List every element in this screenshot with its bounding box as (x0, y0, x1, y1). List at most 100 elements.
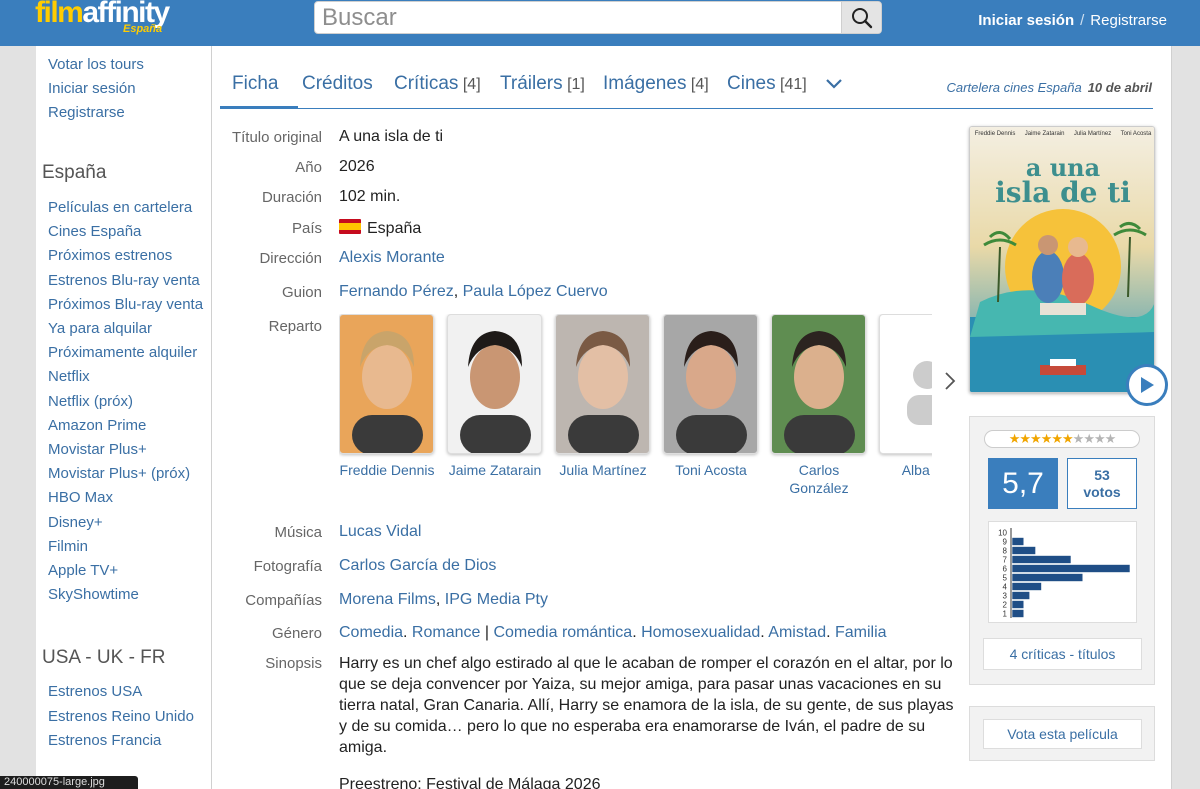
tab-ficha[interactable]: Ficha (232, 73, 278, 95)
sidebar-link[interactable]: Ya para alquilar (48, 320, 152, 337)
actor-photo[interactable] (771, 314, 866, 454)
actor-name[interactable]: Julia Martínez (555, 461, 651, 479)
sidebar-link[interactable]: Movistar Plus+ (próx) (48, 465, 190, 482)
script-link[interactable]: Paula López Cuervo (463, 283, 608, 300)
label-companies: Compañías (245, 592, 322, 609)
sidebar-link[interactable]: HBO Max (48, 489, 113, 506)
sidebar-link[interactable]: Movistar Plus+ (48, 441, 147, 458)
actor-name[interactable]: Freddie Dennis (339, 461, 435, 479)
actor-name[interactable]: Jaime Zatarain (447, 461, 543, 479)
sidebar-link[interactable]: Próximos Blu-ray venta (48, 296, 203, 313)
filmaffinity-logo[interactable]: filmaffinity España (35, 0, 185, 40)
sidebar-link[interactable]: Próximamente alquiler (48, 344, 197, 361)
actor-name[interactable]: Carlos González (771, 461, 867, 497)
votes-label: votos (1083, 484, 1121, 500)
photography-link[interactable]: Carlos García de Dios (339, 557, 496, 574)
votes-count: 53 votos (1067, 458, 1137, 509)
label-script: Guion (281, 284, 322, 301)
sidebar-link[interactable]: Cines España (48, 223, 141, 240)
sidebar-link[interactable]: Amazon Prime (48, 417, 146, 434)
director: Alexis Morante (339, 249, 445, 267)
sidebar-link[interactable]: Estrenos Reino Unido (48, 708, 194, 725)
company-link[interactable]: Morena Films (339, 591, 436, 608)
label-photography: Fotografía (253, 558, 322, 575)
topic-link[interactable]: Comedia romántica (493, 624, 632, 641)
histogram-bar (1011, 573, 1084, 582)
tab-label: Imágenes (603, 73, 687, 94)
sidebar-link[interactable]: Votar los tours (48, 56, 144, 73)
tab-tráilers[interactable]: Tráilers [1] (500, 73, 585, 95)
critics-button[interactable]: 4 críticas - títulos (983, 638, 1142, 670)
music-link[interactable]: Lucas Vidal (339, 523, 421, 540)
tab-imágenes[interactable]: Imágenes [4] (603, 73, 709, 95)
sidebar-link[interactable]: SkyShowtime (48, 586, 139, 603)
sidebar-section-title: España (42, 162, 107, 183)
sidebar-link[interactable]: Filmin (48, 538, 88, 555)
cast-member[interactable]: Julia Martínez (555, 314, 651, 479)
user-nav: Iniciar sesión / Registrarse (978, 12, 1167, 29)
cast-member[interactable]: Alba Gu (879, 314, 932, 479)
sidebar-link[interactable]: Películas en cartelera (48, 199, 192, 216)
chevron-down-icon (826, 79, 842, 89)
star-rating: ★★★★★★★★★★ (984, 430, 1140, 448)
actor-photo[interactable] (555, 314, 650, 454)
genre-link[interactable]: Romance (412, 624, 480, 641)
play-trailer-button[interactable] (1126, 364, 1168, 406)
vote-button[interactable]: Vota esta película (983, 719, 1142, 749)
register-link[interactable]: Registrarse (1090, 12, 1167, 29)
company-link[interactable]: IPG Media Pty (445, 591, 548, 608)
sidebar-link[interactable]: Netflix (próx) (48, 393, 133, 410)
movie-poster[interactable]: Freddie Dennis Jaime Zatarain Julia Martín… (969, 126, 1155, 393)
histogram-bar (1011, 582, 1042, 591)
actor-photo[interactable] (663, 314, 758, 454)
search-button[interactable] (841, 2, 881, 33)
cartelera-link[interactable]: Cartelera cines España (947, 80, 1082, 95)
actor-name[interactable]: Toni Acosta (663, 461, 759, 479)
more-tabs-button[interactable] (825, 77, 843, 95)
sidebar-link[interactable]: Iniciar sesión (48, 80, 136, 97)
tab-créditos[interactable]: Créditos (302, 73, 373, 95)
rating-histogram: 10 9 8 7 6 5 4 3 2 1 (988, 521, 1137, 623)
genre-link[interactable]: Comedia (339, 624, 403, 641)
sidebar-link[interactable]: Estrenos USA (48, 683, 142, 700)
tab-label: Cines (727, 73, 776, 94)
sidebar-link[interactable]: Estrenos Blu-ray venta (48, 272, 200, 289)
topic-link[interactable]: Familia (835, 624, 887, 641)
country-name: España (367, 220, 422, 237)
actor-photo[interactable] (879, 314, 932, 454)
login-link[interactable]: Iniciar sesión (978, 12, 1074, 29)
cast-member[interactable]: Jaime Zatarain (447, 314, 543, 479)
sidebar-link[interactable]: Próximos estrenos (48, 247, 172, 264)
cast-member[interactable]: Toni Acosta (663, 314, 759, 479)
tab-críticas[interactable]: Críticas [4] (394, 73, 481, 95)
label-direction: Dirección (259, 250, 322, 267)
cartelera-day: 10 de abril (1087, 80, 1152, 95)
label-original-title: Título original (231, 129, 322, 146)
sidebar-link[interactable]: Registrarse (48, 104, 125, 121)
cast-next-button[interactable] (944, 371, 956, 396)
topic-link[interactable]: Homosexualidad (641, 624, 760, 641)
tab-count: [1] (562, 76, 585, 93)
chevron-right-icon (945, 372, 956, 390)
actor-photo[interactable] (339, 314, 434, 454)
sidebar-link[interactable]: Estrenos Francia (48, 732, 161, 749)
sidebar-link[interactable]: Disney+ (48, 514, 103, 531)
star-icon: ★ (1019, 431, 1031, 446)
sidebar-link[interactable]: Netflix (48, 368, 90, 385)
actor-photo[interactable] (447, 314, 542, 454)
search-input[interactable] (315, 2, 843, 33)
histogram-label: 1 (1003, 610, 1008, 619)
star-icon: ★ (1040, 431, 1053, 446)
tab-cines[interactable]: Cines [41] (727, 73, 807, 95)
script-link[interactable]: Fernando Pérez (339, 283, 454, 300)
director-link[interactable]: Alexis Morante (339, 249, 445, 266)
sidebar-link[interactable]: Apple TV+ (48, 562, 118, 579)
histogram-bar (1011, 609, 1025, 618)
nav-separator: / (1080, 12, 1085, 29)
actor-name[interactable]: Alba Gu (879, 461, 932, 479)
cast-member[interactable]: Carlos González (771, 314, 867, 497)
topic-link[interactable]: Amistad (768, 624, 826, 641)
cartelera-date[interactable]: Cartelera cines España 10 de abril (947, 80, 1152, 95)
cast-member[interactable]: Freddie Dennis (339, 314, 435, 479)
photography: Carlos García de Dios (339, 557, 496, 575)
